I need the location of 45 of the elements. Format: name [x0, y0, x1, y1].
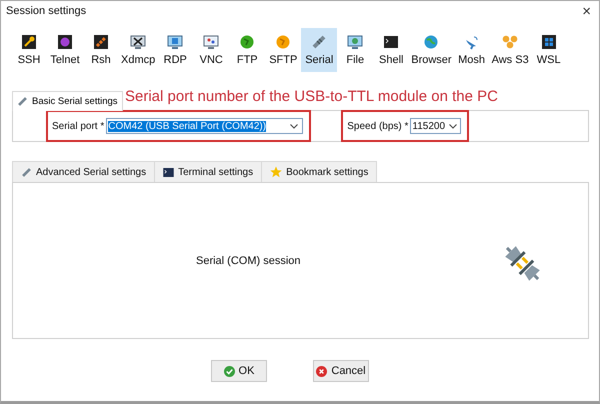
session-type-button[interactable]: Shell [373, 28, 410, 72]
window-title: Session settings [6, 5, 86, 17]
check-icon [224, 366, 235, 376]
session-type-button[interactable]: FTP [229, 28, 266, 72]
terminal-icon [384, 36, 398, 48]
settings-tab[interactable]: Terminal settings [155, 161, 262, 182]
windows-icon [542, 35, 556, 49]
chain-icon [94, 35, 108, 49]
monitor-icon [203, 35, 220, 49]
hexagons-icon [502, 35, 518, 49]
session-type-button[interactable]: Mosh [454, 28, 490, 72]
key-icon [22, 35, 36, 49]
cancel-button[interactable]: Cancel [313, 360, 369, 382]
chevron-down-icon [449, 124, 458, 128]
session-type-button[interactable]: Aws S3 [490, 28, 531, 72]
monitor-icon [167, 35, 184, 49]
annotation-text: Serial port number of the USB-to-TTL module on the PC [125, 88, 498, 105]
session-type-button[interactable]: Rsh [83, 28, 119, 72]
dropdown-field[interactable]: 115200 [410, 118, 462, 134]
field-label: Serial port * [52, 120, 104, 132]
session-type-button[interactable]: Telnet [47, 28, 83, 72]
session-type-button[interactable]: SFTP [265, 28, 302, 72]
session-type-button[interactable]: Serial [301, 28, 338, 72]
cancel-icon [316, 366, 328, 376]
settings-tab[interactable]: Advanced Serial settings [12, 161, 156, 182]
session-type-button[interactable]: SSH [11, 28, 47, 72]
terminal-icon [163, 168, 174, 176]
monitor-icon [130, 35, 146, 49]
session-type-button[interactable]: Xdmcp [119, 28, 158, 72]
field-label: Speed (bps) * [347, 120, 408, 132]
session-type-button[interactable]: RDP [157, 28, 194, 72]
star-icon [270, 166, 282, 178]
close-button[interactable]: × [582, 2, 591, 20]
settings-tab[interactable]: Bookmark settings [262, 161, 378, 182]
monitor-icon [347, 35, 364, 49]
session-type-button[interactable]: Browser [409, 28, 454, 72]
satellite-dish-icon [464, 34, 480, 50]
chevron-down-icon [290, 124, 298, 128]
session-type-button[interactable]: VNC [193, 28, 230, 72]
dropdown-field[interactable]: COM42 (USB Serial Port (COM42)) [106, 118, 304, 134]
ok-button[interactable]: OK [211, 360, 267, 382]
session-type-button[interactable]: File [337, 28, 374, 72]
session-type-button[interactable]: WSL [530, 28, 567, 72]
basic-settings-tab[interactable]: Basic Serial settings [12, 91, 123, 111]
session-caption: Serial (COM) session [196, 254, 301, 266]
